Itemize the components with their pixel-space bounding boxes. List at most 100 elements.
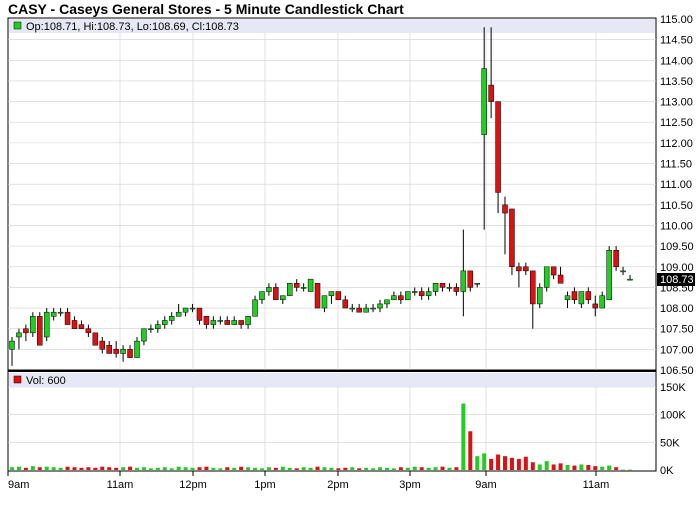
candle-body [106,344,112,354]
volume-bar [162,467,167,470]
price-tick-label: 107.50 [660,324,694,336]
volume-bar [273,467,278,470]
candle-body [23,328,29,334]
candle-body [474,283,480,285]
volume-bar [461,403,466,470]
candle-body [356,307,362,313]
volume-bar [593,466,598,470]
volume-bar [86,467,91,470]
volume-bar [322,467,327,470]
candle-body [495,101,501,193]
volume-bar [79,467,84,470]
time-axis: 9am 11am 12pm 1pm 2pm 3pm 9am 11am [7,471,610,491]
price-tick-label: 107.00 [660,344,694,356]
volume-bar [225,467,230,470]
volume-bar [489,458,494,470]
volume-bar [496,454,501,470]
candle-body [155,324,161,329]
candle-body [328,291,335,296]
candle-body [43,311,50,338]
candle-body [245,316,251,325]
candle-body [523,266,529,272]
volume-bar [30,466,35,470]
candle-body [273,287,279,301]
candle-body [238,320,244,325]
volume-bar [398,467,403,470]
volume-bar [530,462,535,470]
candle-body [266,287,272,292]
candle-body [578,291,585,305]
candle-body [127,349,133,358]
volume-bar [475,456,480,470]
volume-bar [426,467,431,470]
candle-body [231,320,237,325]
time-tick-label: 11am [583,479,610,491]
candle-body [78,324,85,329]
candle-body [550,266,557,276]
candle-body [141,328,147,342]
candle-body [439,283,446,288]
candle-body [398,295,404,301]
volume-bar [503,456,508,470]
volume-bar [294,468,299,470]
volume-bar [391,468,396,470]
volume-bar [155,467,160,470]
volume-bar [336,468,341,470]
volume-bar [516,458,521,470]
candle-body [481,68,487,135]
volume-bar [405,467,410,470]
volume-bar [218,468,223,470]
volume-bar [447,467,452,470]
candle-body [342,299,349,309]
candle-body [370,307,376,310]
candle-body [405,291,411,301]
candle-body [606,249,612,301]
candle-body [50,311,57,317]
volume-bar [287,467,292,470]
volume-bar [523,456,528,470]
volume-bar [169,468,174,470]
candle-body [99,340,106,350]
volume-bar [23,467,28,470]
volume-bar [364,467,369,470]
volume-bar [246,467,251,470]
volume-bar [440,466,445,470]
volume-bar [468,431,473,470]
candle-body [252,299,258,317]
volume-bar [51,467,56,470]
candle-body [384,299,390,305]
up-color-swatch [13,21,22,30]
price-tick-label: 109.00 [660,262,694,274]
volume-bar [614,467,619,470]
volume-bar [301,467,306,470]
volume-bar [551,464,556,470]
price-tick-label: 112.50 [660,117,693,129]
candle-body [391,295,397,301]
candle-body [280,295,286,301]
volume-axis: 150K 100K 50K 0K [660,382,686,477]
volume-bar [329,467,334,470]
candle-body [453,287,460,292]
volume-bar [259,468,264,470]
price-tick-label: 111.50 [660,159,692,171]
volume-bar [482,453,487,470]
candle-body [599,295,605,309]
volume-bar [600,466,605,470]
candle-body [613,249,619,268]
candle-body [516,266,522,272]
volume-bar [114,467,119,470]
volume-bar [378,467,383,470]
volume-bar [239,466,244,470]
candle-body [300,287,307,289]
price-tick-label: 113.50 [660,76,693,88]
volume-bar [204,466,209,470]
candle-body [16,332,22,338]
volume-bar [565,465,570,470]
candle-body [196,307,203,321]
candle-body [37,316,43,346]
candle-body [411,291,418,293]
price-tick-label: 108.00 [660,303,694,315]
volume-tick-label: 100K [660,410,686,422]
candle-body [307,278,314,292]
volume-bar [10,467,14,470]
